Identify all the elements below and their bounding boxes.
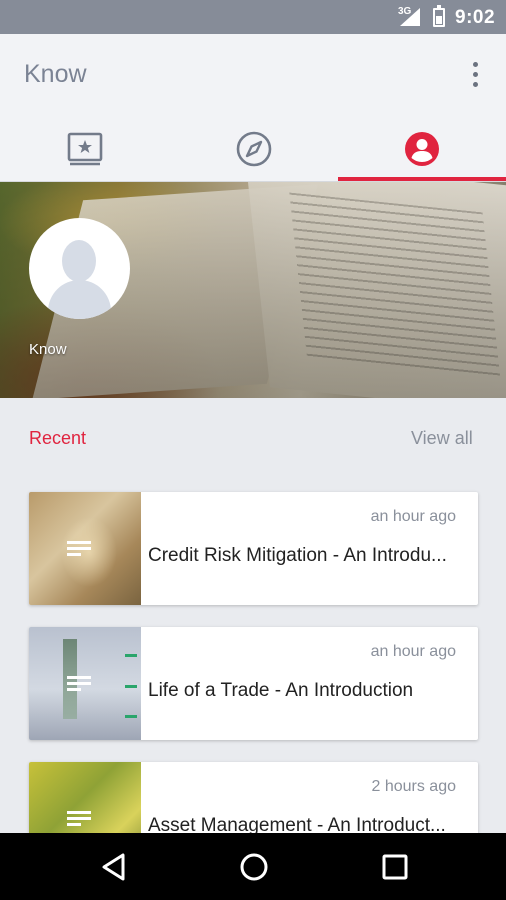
battery-icon <box>433 5 445 27</box>
thumbnail <box>29 492 141 605</box>
view-all-link[interactable]: View all <box>411 428 473 449</box>
tab-explore[interactable] <box>169 116 338 182</box>
document-icon <box>67 676 91 692</box>
app-bar: Know <box>0 34 506 116</box>
thumbnail <box>29 627 141 740</box>
profile-header: Know <box>0 182 506 398</box>
navigation-bar <box>0 833 506 900</box>
tab-bar <box>0 116 506 182</box>
document-icon <box>67 811 91 827</box>
compass-icon <box>236 131 271 167</box>
profile-icon <box>405 132 439 166</box>
home-icon[interactable] <box>236 849 272 885</box>
card-title: Life of a Trade - An Introduction <box>148 680 414 701</box>
recent-heading: Recent <box>29 428 87 448</box>
clock: 9:02 <box>455 7 496 28</box>
recent-card[interactable]: an hour ago Life of a Trade - An Introdu… <box>29 627 478 740</box>
tab-profile[interactable] <box>338 116 506 182</box>
app-title: Know <box>24 60 87 88</box>
document-icon <box>67 541 91 557</box>
tab-library[interactable] <box>0 116 169 182</box>
avatar[interactable] <box>29 218 130 319</box>
card-timestamp: an hour ago <box>370 643 456 660</box>
recent-card[interactable]: an hour ago Credit Risk Mitigation - An … <box>29 492 478 605</box>
card-timestamp: an hour ago <box>370 508 456 525</box>
card-timestamp: 2 hours ago <box>371 778 456 795</box>
signal-icon <box>400 8 420 26</box>
recents-icon[interactable] <box>377 849 413 885</box>
back-icon[interactable] <box>97 849 133 885</box>
status-bar: 3G 9:02 <box>0 0 506 34</box>
starred-book-icon <box>67 132 102 166</box>
more-vert-icon[interactable] <box>466 60 486 90</box>
card-title: Credit Risk Mitigation - An Introdu... <box>148 545 447 566</box>
profile-name: Know <box>29 341 67 358</box>
